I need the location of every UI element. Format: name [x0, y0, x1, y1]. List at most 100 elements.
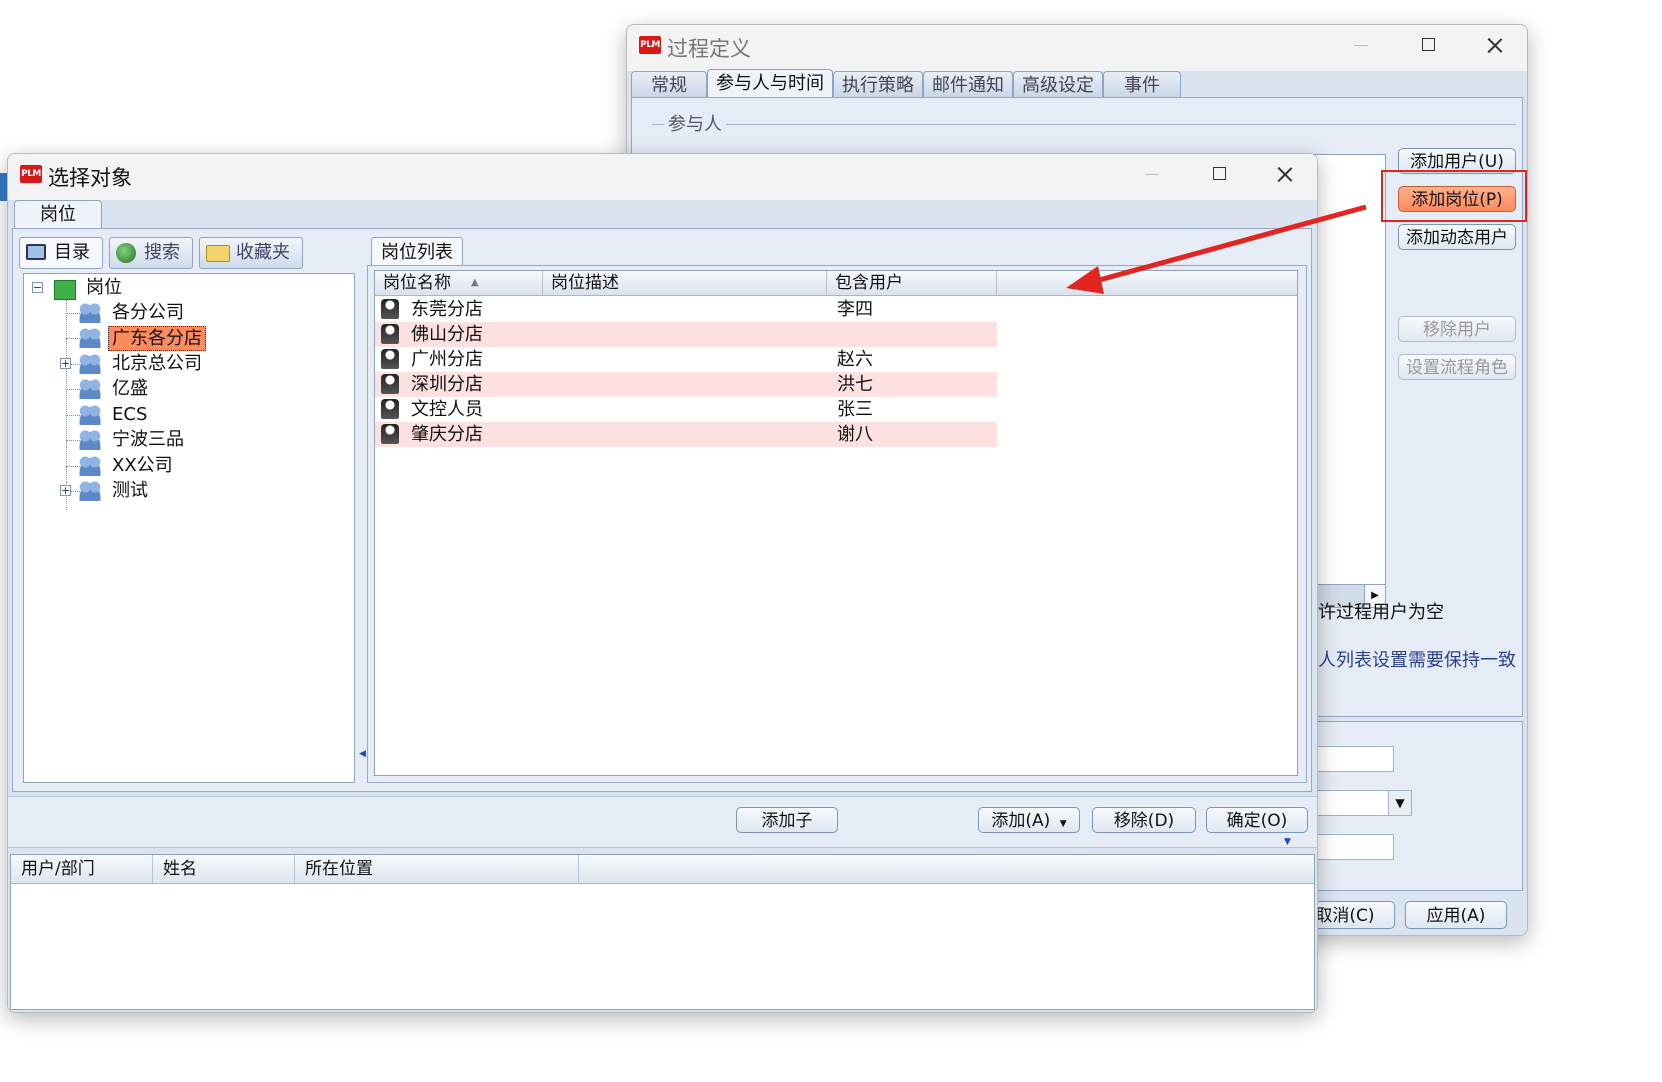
allow-empty-user-text: 许过程用户为空 [1318, 602, 1444, 623]
row-users: 张三 [837, 399, 873, 420]
tree-expand-toggle[interactable]: + [60, 485, 71, 496]
position-icon [381, 374, 399, 394]
annotation-highlight-frame [1381, 170, 1527, 222]
column-location[interactable]: 所在位置 [295, 855, 579, 883]
tab-mail-notify[interactable]: 邮件通知 [923, 71, 1013, 100]
table-row[interactable]: 深圳分店 洪七 [375, 372, 997, 397]
set-process-role-button[interactable]: 设置流程角色 [1398, 354, 1516, 380]
select-object-title: 选择对象 [48, 166, 132, 190]
tree-node-ningbo-sanpin[interactable]: 宁波三品 [112, 427, 184, 452]
group-icon [78, 405, 102, 425]
position-tab-panel: 目录 搜索 收藏夹 − 岗位 各分公司 广东各分店 + 北京总公司 亿盛 ECS… [12, 228, 1312, 792]
table-row[interactable]: 广州分店 赵六 [375, 347, 997, 372]
subtab-favorites-label: 收藏夹 [236, 242, 290, 263]
left-edge-fragment [0, 173, 7, 201]
group-icon [78, 430, 102, 450]
row-name: 东莞分店 [411, 299, 483, 320]
select-object-titlebar: PLM 选择对象 [8, 154, 1317, 200]
ok-button[interactable]: 确定(O) [1206, 807, 1308, 833]
add-dynamic-user-button[interactable]: 添加动态用户 [1398, 224, 1516, 250]
column-position-desc[interactable]: 岗位描述 [543, 271, 827, 295]
dropdown-arrow-icon: ▼ [1059, 819, 1067, 829]
position-icon [381, 349, 399, 369]
group-icon [78, 303, 102, 323]
remove-user-button[interactable]: 移除用户 [1398, 316, 1516, 342]
participants-group-label: 参与人 [664, 110, 726, 136]
subtab-favorites[interactable]: 收藏夹 [199, 237, 303, 269]
process-definition-titlebar: PLM 过程定义 [627, 25, 1527, 71]
folder-icon [206, 245, 230, 262]
chevron-down-icon[interactable]: ▼ [1388, 791, 1411, 815]
maximize-button[interactable] [1408, 29, 1448, 61]
tree-node-beijing-hq[interactable]: 北京总公司 [112, 351, 202, 376]
tab-general[interactable]: 常规 [631, 71, 707, 100]
directory-tree[interactable]: − 岗位 各分公司 广东各分店 + 北京总公司 亿盛 ECS 宁波三品 XX公司… [23, 273, 355, 783]
column-position-name[interactable]: 岗位名称 ▲ [375, 271, 543, 295]
tab-execution-strategy[interactable]: 执行策略 [833, 71, 923, 100]
row-name: 广州分店 [411, 349, 483, 370]
selected-objects-header: 用户/部门 姓名 所在位置 [11, 855, 1314, 884]
action-bar: 添加子 添加(A) ▼ 移除(D) 确定(O) ▼ [8, 796, 1317, 848]
position-table-header: 岗位名称 ▲ 岗位描述 包含用户 [375, 271, 1297, 296]
process-definition-title: 过程定义 [667, 37, 751, 61]
tab-advanced[interactable]: 高级设定 [1013, 71, 1103, 100]
tab-participants-time[interactable]: 参与人与时间 [707, 69, 833, 100]
add-button-label: 添加(A) [991, 811, 1051, 831]
close-button[interactable] [1475, 29, 1515, 61]
tab-position[interactable]: 岗位 [14, 200, 102, 231]
tree-node-ecs[interactable]: ECS [112, 402, 147, 427]
tree-node-yisheng[interactable]: 亿盛 [112, 376, 148, 401]
sort-ascending-icon: ▲ [471, 277, 479, 288]
selected-objects-table[interactable]: 用户/部门 姓名 所在位置 [10, 854, 1315, 1010]
group-icon [78, 328, 102, 348]
row-users: 赵六 [837, 349, 873, 370]
position-list-panel: 岗位名称 ▲ 岗位描述 包含用户 东莞分店 李四 佛山分店 广州分店 赵六 深圳… [367, 265, 1307, 783]
position-table[interactable]: 岗位名称 ▲ 岗位描述 包含用户 东莞分店 李四 佛山分店 广州分店 赵六 深圳… [374, 270, 1298, 776]
tree-root-node[interactable]: 岗位 [86, 275, 122, 300]
table-row[interactable]: 肇庆分店 谢八 [375, 422, 997, 447]
minimize-button[interactable] [1341, 29, 1381, 61]
column-position-name-label: 岗位名称 [383, 273, 451, 293]
group-icon [78, 354, 102, 374]
tab-events[interactable]: 事件 [1103, 71, 1181, 100]
root-node-icon [54, 280, 76, 300]
tree-node-branch-companies[interactable]: 各分公司 [112, 300, 184, 325]
subtab-directory-label: 目录 [54, 242, 90, 263]
subtab-search[interactable]: 搜索 [109, 237, 193, 269]
tree-connector [66, 300, 67, 510]
subtab-directory[interactable]: 目录 [19, 237, 103, 269]
apply-button[interactable]: 应用(A) [1405, 901, 1507, 929]
computer-icon [26, 244, 46, 260]
select-object-client: 岗位 目录 搜索 收藏夹 − 岗位 各分公司 广东各分店 + 北京总公司 亿盛 … [8, 200, 1317, 1012]
maximize-button[interactable] [1199, 158, 1239, 190]
search-globe-icon [116, 243, 136, 263]
table-row[interactable]: 文控人员 张三 [375, 397, 997, 422]
table-row[interactable]: 东莞分店 李四 [375, 297, 997, 322]
tree-collapse-toggle[interactable]: − [32, 282, 43, 293]
splitter-down-arrow-icon[interactable]: ▼ [1284, 837, 1291, 847]
add-child-button[interactable]: 添加子 [736, 807, 838, 833]
table-row[interactable]: 佛山分店 [375, 322, 997, 347]
splitter-arrow-icon[interactable]: ◀ [359, 749, 366, 759]
group-icon [78, 481, 102, 501]
minimize-button[interactable] [1132, 158, 1172, 190]
row-users: 洪七 [837, 374, 873, 395]
tree-node-test[interactable]: 测试 [112, 478, 148, 503]
add-button[interactable]: 添加(A) ▼ [978, 807, 1080, 833]
group-icon [78, 456, 102, 476]
close-button[interactable] [1265, 158, 1305, 190]
column-name[interactable]: 姓名 [153, 855, 295, 883]
select-object-window: PLM 选择对象 岗位 目录 搜索 收藏夹 − 岗位 各分公司 广东各分店 + … [7, 153, 1318, 1013]
column-user-dept[interactable]: 用户/部门 [11, 855, 153, 883]
tree-expand-toggle[interactable]: + [60, 358, 71, 369]
row-name: 佛山分店 [411, 324, 483, 345]
position-icon [381, 424, 399, 444]
plm-app-icon: PLM [20, 165, 42, 183]
tree-node-guangdong-stores[interactable]: 广东各分店 [108, 326, 206, 351]
column-included-users[interactable]: 包含用户 [827, 271, 997, 295]
remove-button[interactable]: 移除(D) [1092, 807, 1196, 833]
list-consistency-text: 人列表设置需要保持一致 [1318, 650, 1516, 671]
row-name: 深圳分店 [411, 374, 483, 395]
plm-app-icon: PLM [639, 36, 661, 54]
tree-node-xx-company[interactable]: XX公司 [112, 453, 173, 478]
